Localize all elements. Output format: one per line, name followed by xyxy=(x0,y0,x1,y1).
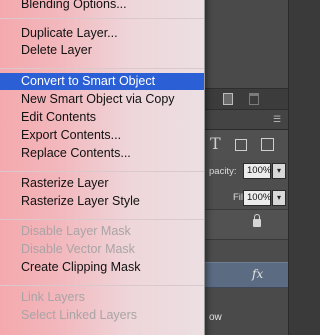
menu-item-link-layers: Link Layers xyxy=(21,290,85,304)
menu-separator xyxy=(0,219,204,220)
panel-top-area xyxy=(205,0,289,88)
layer-row[interactable] xyxy=(205,288,289,334)
lock-row xyxy=(205,210,289,240)
panel-menu-icon[interactable]: ☰ xyxy=(273,115,281,124)
menu-item-delete-layer[interactable]: Delete Layer xyxy=(0,42,204,59)
fill-input[interactable]: 100% xyxy=(243,190,271,206)
opacity-dropdown-icon[interactable]: ▾ xyxy=(272,163,286,179)
lock-icon xyxy=(253,214,261,227)
fx-icon[interactable]: fx xyxy=(252,268,263,280)
menu-item-duplicate-layer[interactable]: Duplicate Layer... xyxy=(0,25,204,42)
menu-item-select-linked-layers: Select Linked Layers xyxy=(21,308,138,322)
menu-separator xyxy=(0,68,204,69)
fill-dropdown-icon[interactable]: ▾ xyxy=(272,190,286,206)
smart-object-filter-icon[interactable] xyxy=(261,138,274,151)
opacity-label: pacity: xyxy=(209,166,237,177)
menu-item-rasterize-layer-style[interactable]: Rasterize Layer Style xyxy=(0,193,204,210)
menu-item-export-contents[interactable]: Export Contents... xyxy=(0,127,204,144)
type-filter-icon[interactable]: T xyxy=(210,136,221,152)
layers-panel: ☰ T pacity: 100% ▾ Fill: 100% ▾ fx ow xyxy=(205,0,289,335)
menu-item-disable-vector-mask: Disable Vector Mask xyxy=(21,242,135,256)
layer-name-partial: ow xyxy=(209,312,222,323)
menu-item-rasterize-layer[interactable]: Rasterize Layer xyxy=(0,175,204,192)
menu-item-replace-contents[interactable]: Replace Contents... xyxy=(0,145,204,162)
menu-item-convert-to-smart-object[interactable]: Convert to Smart Object xyxy=(0,73,204,90)
trash-icon[interactable] xyxy=(249,93,259,105)
new-document-icon[interactable] xyxy=(223,93,233,105)
layer-context-menu: Blending Options... Duplicate Layer... D… xyxy=(0,0,205,335)
panel-icon-bar xyxy=(205,88,289,110)
menu-separator xyxy=(0,285,204,286)
opacity-input[interactable]: 100% xyxy=(243,163,271,179)
panel-edge xyxy=(288,0,289,335)
menu-item-create-clipping-mask[interactable]: Create Clipping Mask xyxy=(0,259,204,276)
menu-separator xyxy=(0,18,204,19)
menu-item-new-smart-object-via-copy[interactable]: New Smart Object via Copy xyxy=(0,91,204,108)
selected-layer-row[interactable] xyxy=(205,262,289,288)
menu-item-disable-layer-mask: Disable Layer Mask xyxy=(21,224,131,238)
shape-filter-icon[interactable] xyxy=(235,139,247,151)
menu-separator xyxy=(0,171,204,172)
menu-item-edit-contents[interactable]: Edit Contents xyxy=(0,109,204,126)
menu-item-blending-options[interactable]: Blending Options... xyxy=(0,0,204,13)
